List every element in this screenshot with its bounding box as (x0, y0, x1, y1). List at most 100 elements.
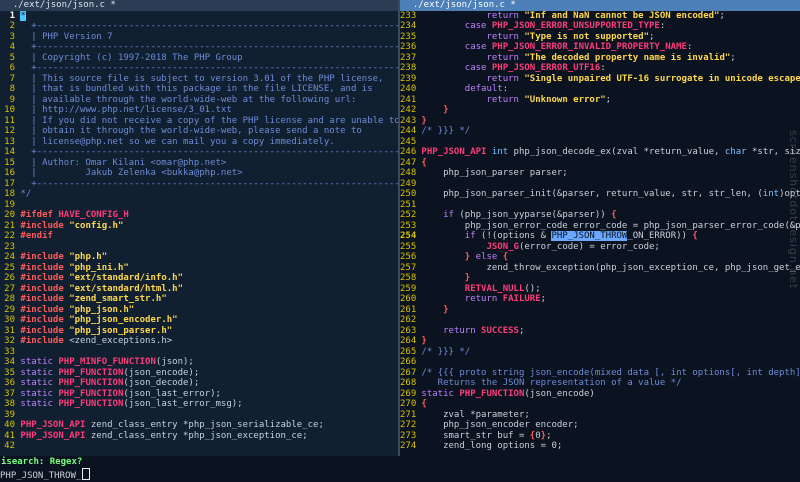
code-line[interactable]: 251 (400, 200, 800, 211)
code-line[interactable]: 7 | This source file is subject to versi… (0, 74, 398, 85)
code-line[interactable]: 245 (400, 137, 800, 148)
code-line[interactable]: 6 +-------------------------------------… (0, 63, 398, 74)
code-line[interactable]: 248 php_json_parser parser; (400, 168, 800, 179)
code-line[interactable]: 3 | PHP Version 7 | (0, 32, 398, 43)
code-line[interactable]: 24 #include "php.h" (0, 252, 398, 263)
code-line[interactable]: 35 static PHP_FUNCTION(json_encode); (0, 368, 398, 379)
isearch-input-row[interactable]: PHP_JSON_THROW_ (0, 468, 800, 482)
code-line[interactable]: 27 #include "ext/standard/html.h" (0, 284, 398, 295)
code-token: FAILURE (502, 294, 541, 304)
code-line[interactable]: 30 #include "php_json_encoder.h" (0, 315, 398, 326)
code-line[interactable]: 274 zend_long options = 0; (400, 441, 800, 452)
code-line[interactable]: 256 } else { (400, 252, 800, 263)
code-line[interactable]: 4 +-------------------------------------… (0, 42, 398, 53)
code-line[interactable]: 9 | available through the world-wide-web… (0, 95, 398, 106)
code-line[interactable]: 265 /* }}} */ (400, 347, 800, 358)
code-line[interactable]: 19 (0, 200, 398, 211)
code-line[interactable]: 18 */ (0, 189, 398, 200)
code-line[interactable]: 258 } (400, 273, 800, 284)
code-line[interactable]: 39 (0, 410, 398, 421)
code-line[interactable]: 254 if (!(options & PHP_JSON_THROW_ON_ER… (400, 231, 800, 242)
code-line[interactable]: 22 #endif (0, 231, 398, 242)
right-code-area[interactable]: 233 return "Inf and NaN cannot be JSON e… (400, 11, 800, 452)
code-line[interactable]: 34 static PHP_MINFO_FUNCTION(json); (0, 357, 398, 368)
code-line[interactable]: 14 +------------------------------------… (0, 147, 398, 158)
code-line[interactable]: 236 case PHP_JSON_ERROR_INVALID_PROPERTY… (400, 42, 800, 53)
code-line[interactable]: 273 smart_str buf = {0}; (400, 431, 800, 442)
code-line[interactable]: 17 +------------------------------------… (0, 179, 398, 190)
code-line[interactable]: 272 php_json_encoder encoder; (400, 420, 800, 431)
minibuffer[interactable]: isearch: Regex? PHP_JSON_THROW_ (0, 456, 800, 482)
code-line[interactable]: 12 | obtain it through the world-wide-we… (0, 126, 398, 137)
right-pane-header[interactable]: ./ext/json/json.c * (400, 0, 800, 11)
code-line[interactable]: 13 | license@php.net so we can mail you … (0, 137, 398, 148)
right-editor-pane[interactable]: ./ext/json/json.c * 233 return "Inf and … (400, 0, 800, 456)
code-line[interactable]: 10 | http://www.php.net/license/3_01.txt… (0, 105, 398, 116)
code-line[interactable]: 237 return "The decoded property name is… (400, 53, 800, 64)
code-line[interactable]: 5 | Copyright (c) 1997-2018 The PHP Grou… (0, 53, 398, 64)
code-line[interactable]: 23 (0, 242, 398, 253)
code-line[interactable]: 233 return "Inf and NaN cannot be JSON e… (400, 11, 800, 22)
code-line[interactable]: 271 zval *parameter; (400, 410, 800, 421)
code-line[interactable]: 38 static PHP_FUNCTION(json_last_error_m… (0, 399, 398, 410)
code-line[interactable]: 28 #include "zend_smart_str.h" (0, 294, 398, 305)
code-token: return (443, 325, 482, 336)
code-line[interactable]: 26 #include "ext/standard/info.h" (0, 273, 398, 284)
code-line[interactable]: 238 case PHP_JSON_ERROR_UTF16: (400, 63, 800, 74)
code-line[interactable]: 21 #include "config.h" (0, 221, 398, 232)
code-line[interactable]: 42 (0, 441, 398, 452)
code-line[interactable]: 33 (0, 347, 398, 358)
code-line[interactable]: 31 #include "php_json_parser.h" (0, 326, 398, 337)
code-line[interactable]: 40 PHP_JSON_API zend_class_entry *php_js… (0, 420, 398, 431)
line-number: 5 (9, 52, 15, 63)
line-number: 257 (400, 262, 417, 273)
code-line[interactable]: 246 PHP_JSON_API int php_json_decode_ex(… (400, 147, 800, 158)
code-line[interactable]: 267 /* {{{ proto string json_encode(mixe… (400, 368, 800, 379)
code-line[interactable]: 259 RETVAL_NULL(); (400, 284, 800, 295)
code-line[interactable]: 1 * (0, 10, 398, 22)
code-line[interactable]: 260 return FAILURE; (400, 294, 800, 305)
code-line[interactable]: 269 static PHP_FUNCTION(json_encode) (400, 389, 800, 400)
code-line[interactable]: 25 #include "php_ini.h" (0, 263, 398, 274)
line-number: 245 (400, 136, 417, 147)
code-line[interactable]: 249 (400, 179, 800, 190)
code-line[interactable]: 262 (400, 315, 800, 326)
code-line[interactable]: 243 } (400, 116, 800, 127)
code-line[interactable]: 8 | that is bundled with this package in… (0, 84, 398, 95)
code-line[interactable]: 247 { (400, 158, 800, 169)
code-line[interactable]: 264 } (400, 336, 800, 347)
code-line[interactable]: 16 | Jakub Zelenka <bukka@php.net> | (0, 168, 398, 179)
code-line[interactable]: 11 | If you did not receive a copy of th… (0, 116, 398, 127)
code-line[interactable]: 234 case PHP_JSON_ERROR_UNSUPPORTED_TYPE… (400, 21, 800, 32)
code-line[interactable]: 36 static PHP_FUNCTION(json_decode); (0, 378, 398, 389)
left-editor-pane[interactable]: ./ext/json/json.c * 1 * 2 +--------------… (0, 0, 398, 456)
code-line[interactable]: 266 (400, 357, 800, 368)
code-line[interactable]: 257 zend_throw_exception(php_json_except… (400, 263, 800, 274)
code-line[interactable]: 253 php_json_error_code error_code = php… (400, 221, 800, 232)
line-number: 25 (4, 262, 15, 273)
left-code-area[interactable]: 1 * 2 +----------------------------------… (0, 10, 398, 452)
code-line[interactable]: 2 +-------------------------------------… (0, 21, 398, 32)
code-line[interactable]: 270 { (400, 399, 800, 410)
code-line[interactable]: 263 return SUCCESS; (400, 326, 800, 337)
code-line[interactable]: 32 #include <zend_exceptions.h> (0, 336, 398, 347)
code-line[interactable]: 268 Returns the JSON representation of a… (400, 378, 800, 389)
code-line[interactable]: 244 /* }}} */ (400, 126, 800, 137)
code-line[interactable]: 261 } (400, 305, 800, 316)
code-line[interactable]: 255 JSON_G(error_code) = error_code; (400, 242, 800, 253)
line-number: 258 (400, 273, 417, 283)
code-line[interactable]: 20 #ifdef HAVE_CONFIG_H (0, 210, 398, 221)
code-line[interactable]: 250 php_json_parser_init(&parser, return… (400, 189, 800, 200)
code-line[interactable]: 241 return "Unknown error"; (400, 95, 800, 106)
code-line[interactable]: 242 } (400, 105, 800, 116)
code-line[interactable]: 252 if (php_json_yyparse(&parser)) { (400, 210, 800, 221)
code-token: php_json_parser_init(&parser, return_val… (421, 189, 763, 199)
code-line[interactable]: 29 #include "php_json.h" (0, 305, 398, 316)
code-line[interactable]: 240 default: (400, 84, 800, 95)
code-line[interactable]: 235 return "Type is not supported"; (400, 32, 800, 43)
left-pane-header[interactable]: ./ext/json/json.c * (0, 0, 398, 11)
code-line[interactable]: 37 static PHP_FUNCTION(json_last_error); (0, 389, 398, 400)
code-line[interactable]: 41 PHP_JSON_API zend_class_entry *php_js… (0, 431, 398, 442)
code-line[interactable]: 15 | Author: Omar Kilani <omar@php.net> … (0, 158, 398, 169)
code-line[interactable]: 239 return "Single unpaired UTF-16 surro… (400, 74, 800, 85)
